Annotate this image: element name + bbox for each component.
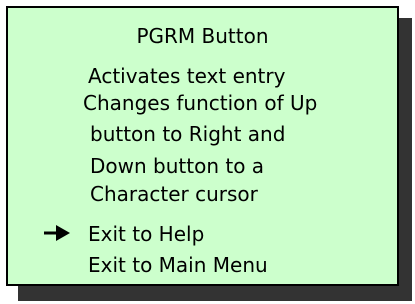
description-line-4: Down button to a (90, 154, 265, 178)
description-line-1: Activates text entry (88, 64, 286, 88)
right-arrow-icon (44, 225, 70, 241)
screen: PGRM Button Activates text entry Changes… (0, 0, 415, 304)
panel-title: PGRM Button (136, 24, 269, 48)
description-line-5: Character cursor (90, 182, 258, 206)
description-line-3: button to Right and (90, 122, 286, 146)
description-line-2: Changes function of Up (83, 91, 318, 115)
menu-item-exit-to-help[interactable]: Exit to Help (88, 222, 204, 246)
menu-item-exit-to-main-menu[interactable]: Exit to Main Menu (88, 253, 268, 277)
help-panel: PGRM Button Activates text entry Changes… (6, 6, 399, 286)
